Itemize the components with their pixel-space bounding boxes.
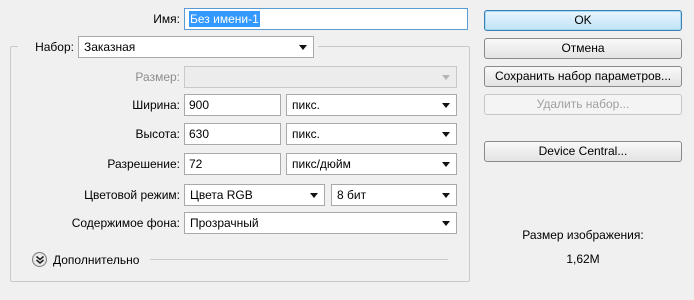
width-unit-value: пикс. — [292, 98, 320, 112]
color-mode-select[interactable]: Цвета RGB — [184, 184, 325, 206]
chevron-down-icon — [442, 221, 450, 226]
width-unit-select[interactable]: пикс. — [286, 94, 457, 116]
resolution-label: Разрешение: — [107, 157, 180, 171]
cancel-button[interactable]: Отмена — [484, 38, 682, 59]
advanced-divider — [150, 259, 448, 260]
double-chevron-down-icon[interactable] — [32, 252, 47, 267]
chevron-down-icon — [442, 193, 450, 198]
resolution-input[interactable]: 72 — [184, 153, 281, 175]
resolution-unit-select[interactable]: пикс/дюйм — [286, 153, 457, 175]
chevron-down-icon — [442, 75, 450, 80]
chevron-down-icon — [299, 45, 307, 50]
chevron-down-icon — [442, 132, 450, 137]
resolution-input-value: 72 — [189, 157, 203, 171]
preset-select[interactable]: Заказная — [78, 36, 314, 58]
width-input-value: 900 — [189, 98, 210, 112]
save-preset-button[interactable]: Сохранить набор параметров... — [484, 66, 682, 87]
chevron-down-icon — [310, 193, 318, 198]
size-label: Размер: — [135, 70, 180, 84]
image-size-value: 1,62M — [566, 252, 600, 266]
color-mode-label: Цветовой режим: — [84, 188, 180, 202]
image-size-label: Размер изображения: — [522, 228, 644, 242]
resolution-unit-value: пикс/дюйм — [292, 157, 351, 171]
height-unit-value: пикс. — [292, 127, 320, 141]
ok-button[interactable]: OK — [484, 10, 682, 31]
name-input-value: Без имени-1 — [189, 11, 260, 27]
height-input[interactable]: 630 — [184, 123, 281, 145]
name-input[interactable]: Без имени-1 — [184, 8, 468, 30]
height-label: Высота: — [135, 127, 180, 141]
height-input-value: 630 — [189, 127, 210, 141]
preset-select-value: Заказная — [84, 40, 136, 54]
delete-preset-button: Удалить набор... — [484, 94, 682, 115]
preset-label: Набор: — [35, 40, 74, 54]
height-unit-select[interactable]: пикс. — [286, 123, 457, 145]
chevron-down-icon — [442, 162, 450, 167]
bit-depth-value: 8 бит — [337, 188, 367, 202]
width-input[interactable]: 900 — [184, 94, 281, 116]
device-central-button[interactable]: Device Central... — [484, 141, 682, 162]
bit-depth-select[interactable]: 8 бит — [331, 184, 457, 206]
chevron-down-icon — [442, 103, 450, 108]
size-select — [184, 66, 457, 88]
advanced-label[interactable]: Дополнительно — [53, 250, 139, 270]
color-mode-value: Цвета RGB — [190, 188, 253, 202]
background-select[interactable]: Прозрачный — [184, 212, 457, 234]
width-label: Ширина: — [132, 98, 180, 112]
background-label: Содержимое фона: — [71, 216, 180, 230]
background-value: Прозрачный — [190, 216, 259, 230]
name-label: Имя: — [153, 12, 180, 26]
